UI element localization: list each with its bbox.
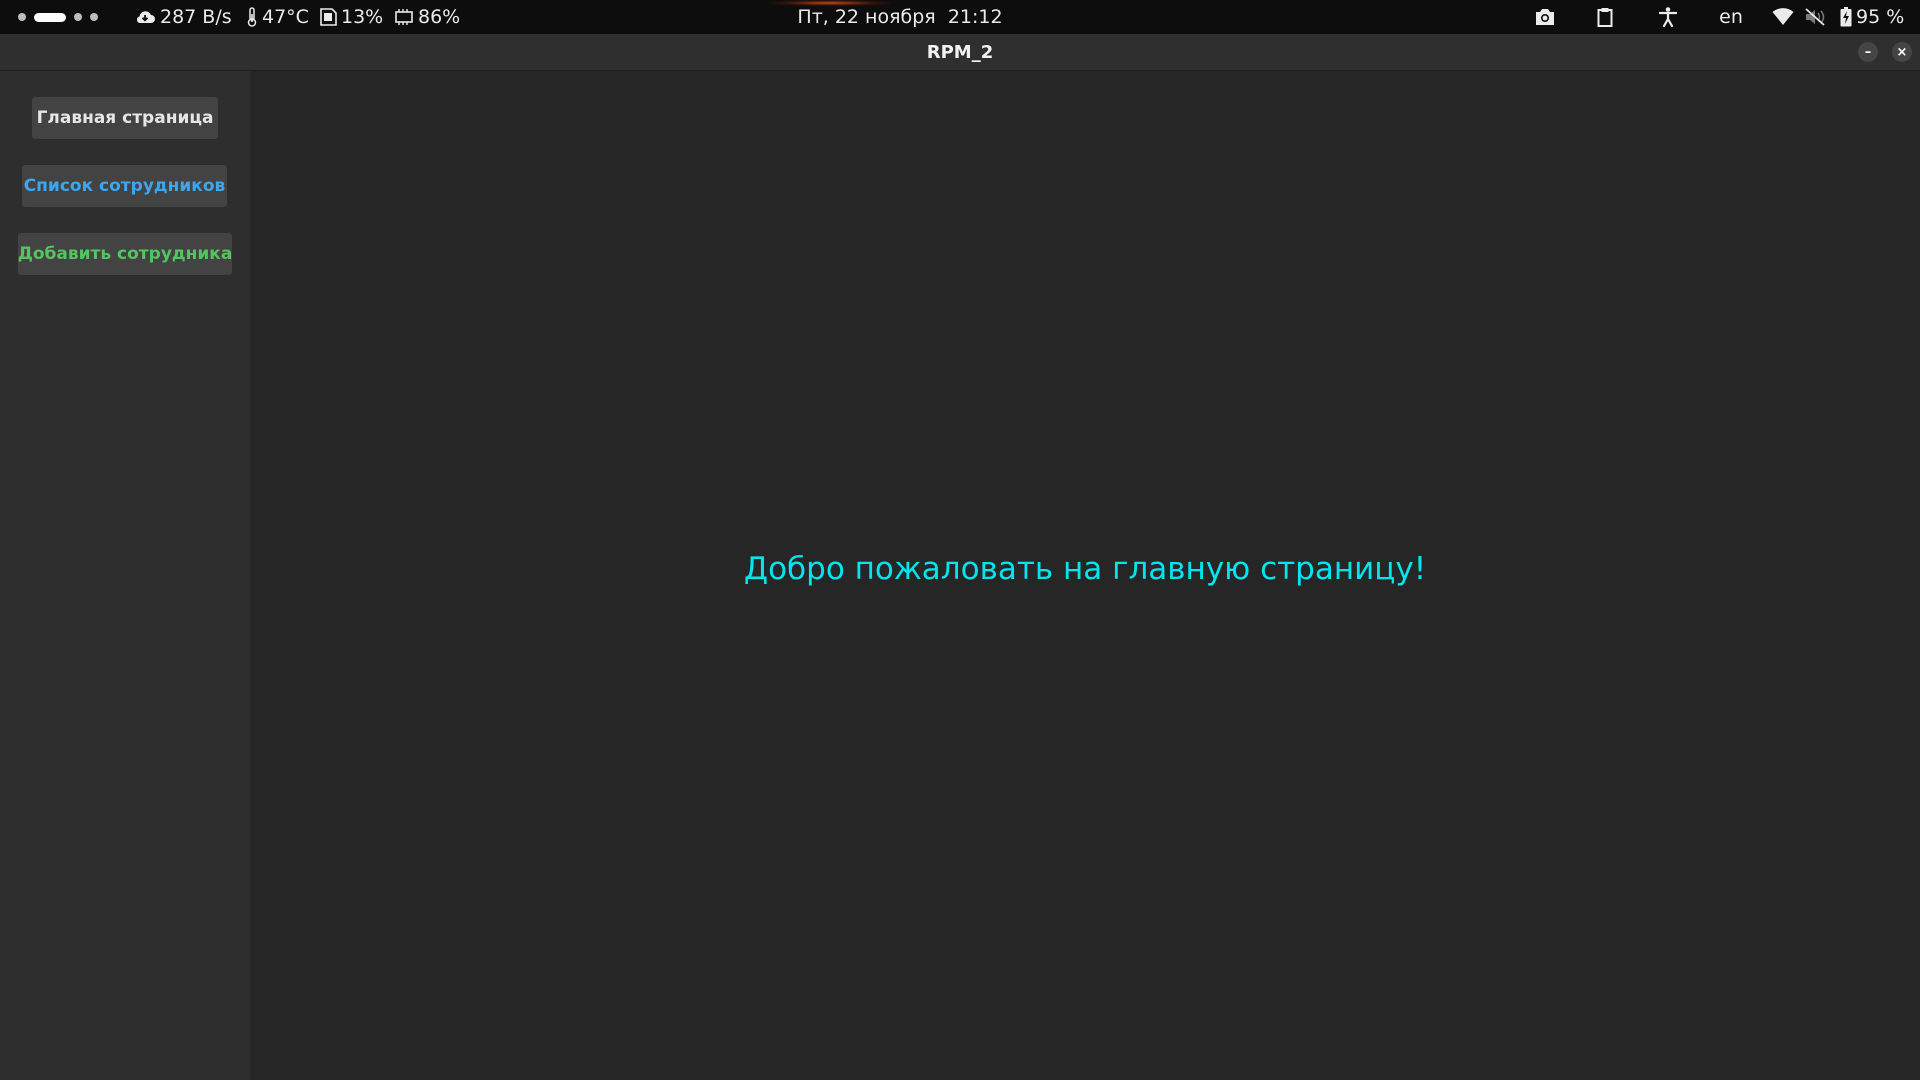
network-speed-value: 287 B/s [160, 6, 232, 28]
date-time-display[interactable]: Пт, 22 ноября 21:12 [797, 6, 1002, 28]
clipboard-icon[interactable] [1596, 0, 1614, 34]
welcome-message: Добро пожаловать на главную страницу! [743, 551, 1427, 587]
keyboard-layout-label: en [1719, 6, 1743, 28]
battery-indicator[interactable]: 95 % [1840, 0, 1904, 34]
workspace-indicator[interactable] [18, 0, 98, 34]
add-employee-button[interactable]: Добавить сотрудника [18, 233, 232, 275]
cpu-chip-icon [394, 9, 414, 25]
minimize-icon: – [1864, 44, 1872, 60]
memory-chip-icon [320, 8, 337, 26]
accessibility-icon[interactable] [1658, 0, 1678, 34]
workspace-dot[interactable] [18, 13, 26, 21]
battery-value: 95 % [1856, 6, 1905, 28]
network-speed-indicator[interactable]: 287 B/s [134, 0, 232, 34]
cpu-value: 86% [418, 6, 461, 28]
workspace-dot[interactable] [90, 13, 98, 21]
home-page-button[interactable]: Главная страница [32, 97, 218, 139]
memory-indicator[interactable]: 13% [320, 0, 383, 34]
battery-charging-icon [1840, 7, 1852, 27]
employee-list-button-label: Список сотрудников [23, 176, 226, 196]
keyboard-layout-indicator[interactable]: en [1716, 0, 1746, 34]
memory-value: 13% [341, 6, 384, 28]
camera-icon[interactable] [1534, 0, 1556, 34]
window-titlebar[interactable]: RPM_2 – × [0, 34, 1920, 71]
home-page-button-label: Главная страница [36, 108, 214, 128]
add-employee-button-label: Добавить сотрудника [17, 244, 233, 264]
cloud-download-icon [134, 9, 156, 25]
wifi-icon[interactable] [1772, 0, 1794, 34]
employee-list-button[interactable]: Список сотрудников [22, 165, 227, 207]
thermometer-icon [246, 7, 258, 27]
system-top-bar: 287 B/s 47°C 13% 86% Пт, 22 ноября 21:12… [0, 0, 1920, 34]
close-button[interactable]: × [1892, 42, 1912, 62]
minimize-button[interactable]: – [1858, 42, 1878, 62]
workspace-active-pill[interactable] [34, 12, 66, 22]
temperature-indicator[interactable]: 47°C [246, 0, 309, 34]
main-content: Добро пожаловать на главную страницу! [250, 71, 1920, 1080]
temperature-value: 47°C [262, 6, 309, 28]
cpu-indicator[interactable]: 86% [394, 0, 460, 34]
sidebar: Главная страница Список сотрудников Доба… [0, 71, 250, 1080]
close-icon: × [1896, 44, 1908, 60]
workspace-dot[interactable] [74, 13, 82, 21]
volume-muted-icon[interactable] [1804, 0, 1826, 34]
window-title: RPM_2 [926, 41, 994, 63]
